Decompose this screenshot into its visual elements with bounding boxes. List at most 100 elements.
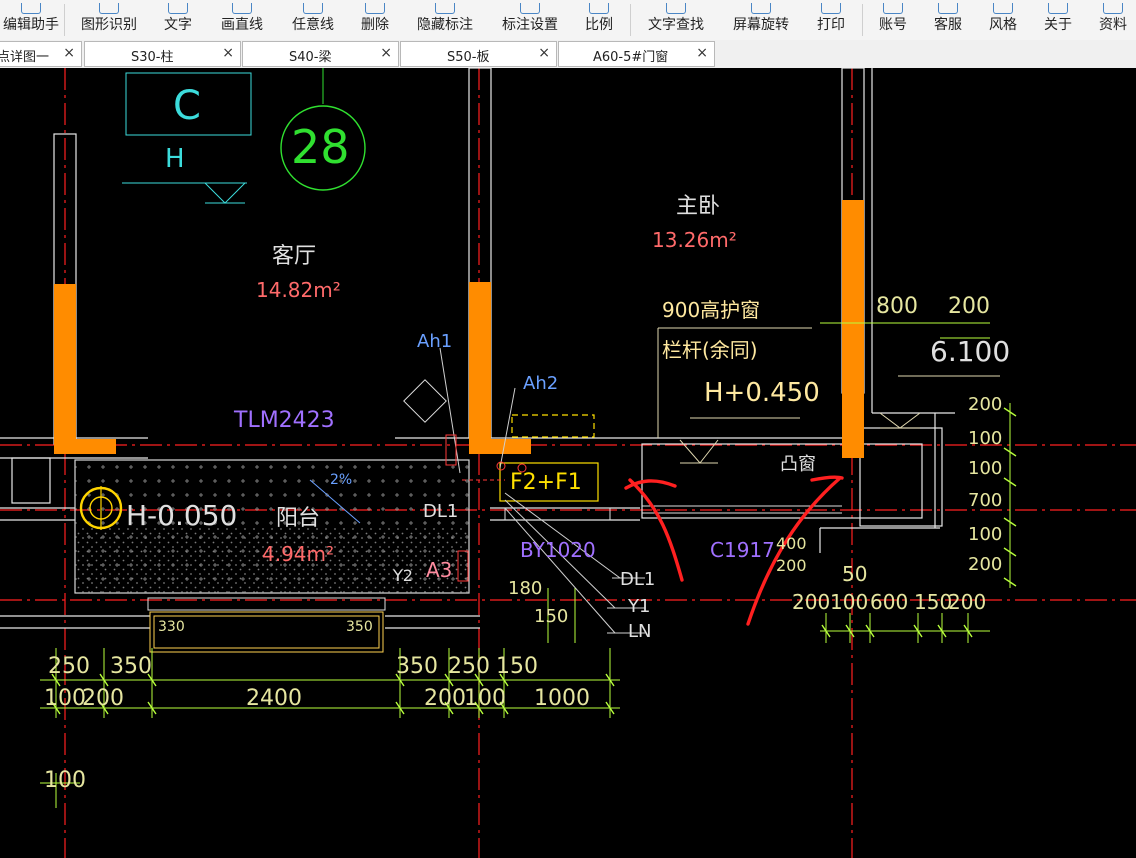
tool-label: 打印	[817, 17, 845, 33]
tool-label: 编辑助手	[3, 17, 59, 33]
tool-label: 隐藏标注	[417, 17, 473, 33]
balcony-name: 阳台	[276, 506, 321, 531]
dim-200: 200	[948, 294, 990, 319]
living-room-area: 14.82m²	[256, 278, 341, 302]
close-icon[interactable]: ×	[538, 45, 550, 61]
tab-s30-column[interactable]: S30-柱 ×	[84, 41, 241, 67]
tool-edit-assistant[interactable]: 编辑助手	[0, 0, 62, 40]
dim-row1-250a: 250	[48, 654, 90, 679]
label-dl1-leader: DL1	[620, 569, 656, 590]
tool-label: 标注设置	[502, 17, 558, 33]
guard-window-note: 900高护窗	[662, 298, 761, 322]
dim-800: 800	[876, 294, 918, 319]
dim-bay-v1: 400	[776, 534, 807, 553]
document-tab-bar: 点详图一 × S30-柱 × S40-梁 × S50-板 × A60-5#门窗 ×	[0, 40, 1136, 69]
tool-scale[interactable]: 比例	[578, 0, 620, 40]
label-f2-f1: F2+F1	[510, 470, 582, 495]
hide-annotation-icon	[435, 3, 455, 14]
edit-assistant-icon	[21, 3, 41, 14]
toolbar-divider	[862, 4, 863, 36]
close-icon[interactable]: ×	[696, 45, 708, 61]
close-icon[interactable]: ×	[63, 45, 75, 61]
window-c1917: C1917	[710, 538, 775, 562]
dim-row2-200a: 200	[82, 686, 124, 711]
account-icon	[883, 3, 903, 14]
freeline-icon	[303, 3, 323, 14]
tool-line[interactable]: 画直线	[214, 0, 270, 40]
dim-right-v6: 200	[968, 554, 1003, 575]
tab-s50-slab[interactable]: S50-板 ×	[400, 41, 557, 67]
door-tlm2423: TLM2423	[234, 408, 335, 433]
tool-account[interactable]: 账号	[872, 0, 914, 40]
label-y2: Y2	[393, 566, 413, 585]
close-icon[interactable]: ×	[380, 45, 392, 61]
label-ah2: Ah2	[523, 373, 559, 394]
tool-rotate-screen[interactable]: 屏幕旋转	[726, 0, 796, 40]
tool-about[interactable]: 关于	[1037, 0, 1079, 40]
tab-s40-beam[interactable]: S40-梁 ×	[242, 41, 399, 67]
eraser-icon	[365, 3, 385, 14]
tool-style[interactable]: 风格	[982, 0, 1024, 40]
tool-label: 画直线	[221, 17, 263, 33]
axis-bubble-28-label: 28	[291, 120, 350, 174]
dim-balcony-180: 180	[508, 578, 543, 599]
tab-detail-1[interactable]: 点详图一 ×	[0, 41, 82, 67]
ruler-icon	[589, 3, 609, 14]
tool-label: 比例	[585, 17, 613, 33]
line-icon	[232, 3, 252, 14]
toolbar-divider	[630, 4, 631, 36]
label-dl1: DL1	[423, 501, 459, 522]
tool-hide-annotation[interactable]: 隐藏标注	[410, 0, 480, 40]
tool-annotation-settings[interactable]: 标注设置	[495, 0, 565, 40]
style-icon	[993, 3, 1013, 14]
info-icon	[1048, 3, 1068, 14]
dim-right-v3: 100	[968, 458, 1003, 479]
tool-label: 任意线	[292, 17, 334, 33]
living-room-name: 客厅	[272, 244, 317, 269]
tool-delete[interactable]: 删除	[355, 0, 395, 40]
dim-br-150: 150	[914, 590, 953, 614]
dim-balcony-150: 150	[534, 606, 569, 627]
tool-documents[interactable]: 资料	[1092, 0, 1134, 40]
tool-label: 账号	[879, 17, 907, 33]
tab-a60-door-window[interactable]: A60-5#门窗 ×	[558, 41, 715, 67]
tab-label: 点详图一	[0, 50, 50, 65]
axis-bubble-c-label: C	[173, 83, 201, 129]
tool-label: 客服	[934, 17, 962, 33]
tool-shape-recognition[interactable]: 图形识别	[76, 0, 142, 40]
label-slope: 2%	[330, 472, 353, 488]
dim-row1-150: 150	[496, 654, 538, 679]
tool-text-search[interactable]: 文字查找	[640, 0, 712, 40]
headset-icon	[938, 3, 958, 14]
dim-bay-v2: 200	[776, 556, 807, 575]
dim-right-v1: 200	[968, 394, 1003, 415]
tool-label: 图形识别	[81, 17, 137, 33]
tool-label: 风格	[989, 17, 1017, 33]
label-a3: A3	[426, 558, 453, 582]
tool-customer-service[interactable]: 客服	[927, 0, 969, 40]
dim-row2-2400: 2400	[246, 686, 302, 711]
tool-label: 删除	[361, 17, 389, 33]
tool-print[interactable]: 打印	[810, 0, 852, 40]
cad-drawing-canvas[interactable]: C H 28 客厅 14.82m² 主卧 13.26m² 900高护窗 栏杆(余…	[0, 68, 1136, 858]
tool-label: 文字查找	[648, 17, 704, 33]
dim-row2-100b: 100	[464, 686, 506, 711]
dim-row2-200b: 200	[424, 686, 466, 711]
toolbar-divider	[64, 4, 65, 36]
close-icon[interactable]: ×	[222, 45, 234, 61]
dim-br-200b: 200	[948, 590, 987, 614]
tool-freeline[interactable]: 任意线	[285, 0, 341, 40]
window-bar-330: 330	[158, 619, 185, 635]
label-ln: LN	[628, 621, 652, 642]
tool-text[interactable]: 文字	[158, 0, 198, 40]
printer-icon	[821, 3, 841, 14]
label-ah1: Ah1	[417, 331, 453, 352]
floor-plan-drawing	[0, 68, 1136, 858]
label-y1: Y1	[628, 596, 651, 617]
dim-row2-100a: 100	[44, 686, 86, 711]
tab-label: S30-柱	[131, 50, 174, 65]
tab-label: S50-板	[447, 50, 490, 65]
dim-row1-350b: 350	[396, 654, 438, 679]
balcony-level: H-0.050	[126, 499, 238, 532]
tool-label: 资料	[1099, 17, 1127, 33]
